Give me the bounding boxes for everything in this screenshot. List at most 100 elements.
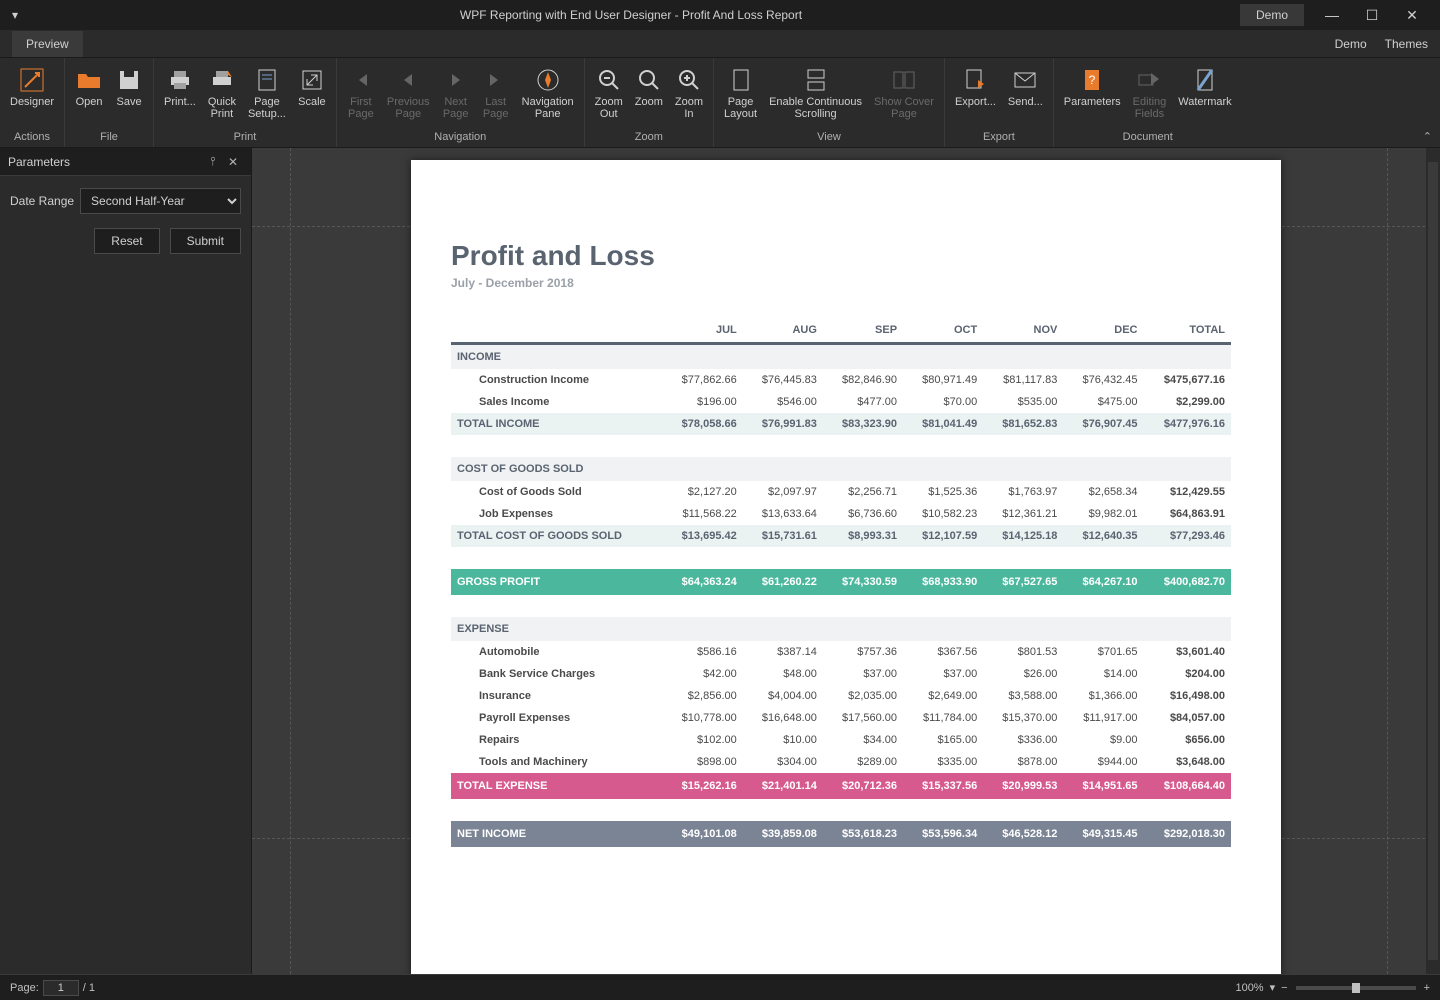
- parameters-button[interactable]: ?Parameters: [1058, 62, 1127, 112]
- send-icon: [1011, 66, 1039, 94]
- save-button[interactable]: Save: [109, 62, 149, 112]
- link-themes[interactable]: Themes: [1385, 37, 1428, 51]
- parameters-panel: Parameters ⫯ ✕ Date Range Second Half-Ye…: [0, 148, 252, 974]
- zoom-out-button[interactable]: ZoomOut: [589, 62, 629, 124]
- close-button[interactable]: ✕: [1392, 0, 1432, 30]
- ribbon-collapse-icon[interactable]: ⌃: [1423, 130, 1432, 143]
- zoom-in-button[interactable]: ZoomIn: [669, 62, 709, 124]
- continuous-scroll-icon: [802, 66, 830, 94]
- ribbon-group-zoom: ZoomOut Zoom ZoomIn Zoom: [585, 58, 714, 147]
- table-row: EXPENSE: [451, 617, 1231, 641]
- date-range-select[interactable]: Second Half-Year: [80, 188, 241, 214]
- group-label-file: File: [69, 129, 149, 147]
- page-setup-button[interactable]: PageSetup...: [242, 62, 292, 124]
- column-header: AUG: [743, 318, 823, 344]
- ribbon: Designer Actions Open Save File Print...…: [0, 58, 1440, 148]
- parameters-icon: ?: [1078, 66, 1106, 94]
- table-row: TOTAL INCOME$78,058.66$76,991.83$83,323.…: [451, 413, 1231, 435]
- first-page-icon: [347, 66, 375, 94]
- report-subtitle: July - December 2018: [451, 276, 1231, 290]
- export-icon: [961, 66, 989, 94]
- table-row: Sales Income$196.00$546.00$477.00$70.00$…: [451, 391, 1231, 413]
- table-row: TOTAL EXPENSE$15,262.16$21,401.14$20,712…: [451, 773, 1231, 799]
- designer-button[interactable]: Designer: [4, 62, 60, 112]
- page-label: Page:: [10, 982, 39, 994]
- table-row: [451, 595, 1231, 617]
- main-area: Parameters ⫯ ✕ Date Range Second Half-Ye…: [0, 148, 1440, 974]
- table-row: Payroll Expenses$10,778.00$16,648.00$17,…: [451, 707, 1231, 729]
- date-range-label: Date Range: [10, 194, 74, 208]
- report-table: JULAUGSEPOCTNOVDECTOTAL INCOMEConstructi…: [451, 318, 1231, 847]
- status-bar: Page: / 1 100% ▾ − +: [0, 974, 1440, 1000]
- zoom-button[interactable]: Zoom: [629, 62, 669, 112]
- zoom-icon: [635, 66, 663, 94]
- zoom-plus-icon[interactable]: +: [1424, 982, 1430, 994]
- zoom-dropdown-icon[interactable]: ▾: [1270, 981, 1276, 994]
- page-total: / 1: [83, 982, 95, 994]
- report-page: Profit and Loss July - December 2018 JUL…: [411, 160, 1281, 974]
- ribbon-group-actions: Designer Actions: [0, 58, 65, 147]
- navigation-pane-button[interactable]: NavigationPane: [516, 62, 580, 124]
- ribbon-group-print: Print... QuickPrint PageSetup... Scale P…: [154, 58, 337, 147]
- group-label-view: View: [718, 129, 940, 147]
- scale-button[interactable]: Scale: [292, 62, 332, 112]
- column-header: OCT: [903, 318, 983, 344]
- next-page-icon: [442, 66, 470, 94]
- panel-close-icon[interactable]: ✕: [223, 155, 243, 169]
- panel-pin-icon[interactable]: ⫯: [203, 154, 223, 169]
- group-label-export: Export: [949, 129, 1049, 147]
- export-button[interactable]: Export...: [949, 62, 1002, 112]
- group-label-print: Print: [158, 129, 332, 147]
- table-row: Bank Service Charges$42.00$48.00$37.00$3…: [451, 663, 1231, 685]
- watermark-button[interactable]: Watermark: [1172, 62, 1237, 112]
- zoom-out-icon: [595, 66, 623, 94]
- quick-print-button[interactable]: QuickPrint: [202, 62, 242, 124]
- editing-fields-button: EditingFields: [1127, 62, 1173, 124]
- continuous-scrolling-button[interactable]: Enable ContinuousScrolling: [763, 62, 868, 124]
- submit-button[interactable]: Submit: [170, 228, 241, 254]
- column-header: NOV: [983, 318, 1063, 344]
- ribbon-group-navigation: FirstPage PreviousPage NextPage LastPage…: [337, 58, 585, 147]
- maximize-button[interactable]: ☐: [1352, 0, 1392, 30]
- column-header: TOTAL: [1144, 318, 1231, 344]
- open-button[interactable]: Open: [69, 62, 109, 112]
- table-row: GROSS PROFIT$64,363.24$61,260.22$74,330.…: [451, 569, 1231, 595]
- group-label-document: Document: [1058, 129, 1238, 147]
- parameters-panel-title: Parameters: [8, 155, 70, 169]
- vertical-scrollbar[interactable]: [1426, 148, 1440, 974]
- titlebar: ▾ WPF Reporting with End User Designer -…: [0, 0, 1440, 30]
- column-header: [451, 318, 663, 344]
- send-button[interactable]: Send...: [1002, 62, 1049, 112]
- designer-icon: [18, 66, 46, 94]
- prev-page-icon: [394, 66, 422, 94]
- group-label-zoom: Zoom: [589, 129, 709, 147]
- page-layout-icon: [727, 66, 755, 94]
- page-layout-button[interactable]: PageLayout: [718, 62, 763, 124]
- table-row: Automobile$586.16$387.14$757.36$367.56$8…: [451, 641, 1231, 663]
- print-button[interactable]: Print...: [158, 62, 202, 112]
- save-icon: [115, 66, 143, 94]
- window-title: WPF Reporting with End User Designer - P…: [22, 8, 1240, 22]
- zoom-percent: 100%: [1235, 982, 1263, 994]
- table-row: Cost of Goods Sold$2,127.20$2,097.97$2,2…: [451, 481, 1231, 503]
- zoom-slider[interactable]: [1296, 986, 1416, 990]
- table-row: TOTAL COST OF GOODS SOLD$13,695.42$15,73…: [451, 525, 1231, 547]
- show-cover-page-button: Show CoverPage: [868, 62, 940, 124]
- tab-preview[interactable]: Preview: [12, 31, 83, 57]
- link-demo[interactable]: Demo: [1335, 37, 1367, 51]
- report-viewport[interactable]: Profit and Loss July - December 2018 JUL…: [252, 148, 1440, 974]
- cover-page-icon: [890, 66, 918, 94]
- zoom-minus-icon[interactable]: −: [1281, 982, 1287, 994]
- ribbon-group-file: Open Save File: [65, 58, 154, 147]
- editing-fields-icon: [1135, 66, 1163, 94]
- group-label-navigation: Navigation: [341, 129, 580, 147]
- reset-button[interactable]: Reset: [94, 228, 159, 254]
- column-header: SEP: [823, 318, 903, 344]
- page-setup-icon: [253, 66, 281, 94]
- app-menu-icon[interactable]: ▾: [8, 0, 22, 30]
- table-row: Insurance$2,856.00$4,004.00$2,035.00$2,6…: [451, 685, 1231, 707]
- ribbon-group-view: PageLayout Enable ContinuousScrolling Sh…: [714, 58, 945, 147]
- group-label-actions: Actions: [4, 129, 60, 147]
- page-number-input[interactable]: [43, 980, 79, 996]
- minimize-button[interactable]: —: [1312, 0, 1352, 30]
